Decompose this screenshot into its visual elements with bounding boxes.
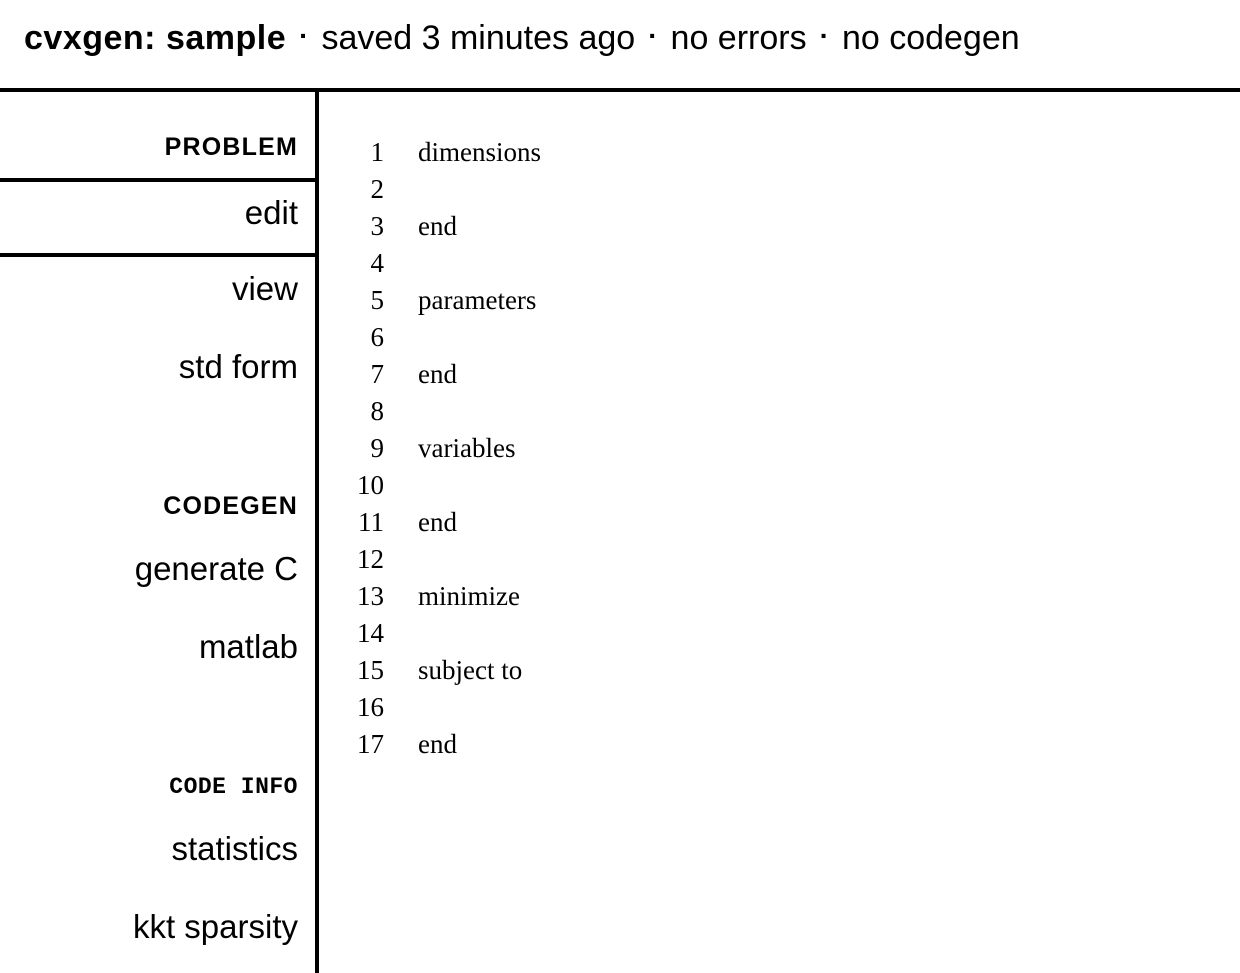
line-number: 15	[357, 655, 384, 685]
line-number: 1	[370, 137, 385, 167]
line-number: 9	[370, 433, 385, 463]
code-line[interactable]: 16	[319, 689, 1219, 726]
header-separator-2: ·	[648, 20, 658, 51]
sidebar-item-kkt-sparsity[interactable]: kkt sparsity	[133, 910, 298, 943]
code-line[interactable]: 13 minimize	[319, 578, 1219, 615]
status-saved: saved 3 minutes ago	[321, 19, 636, 57]
line-number: 13	[357, 581, 384, 611]
code-line[interactable]: 6	[319, 319, 1219, 356]
line-text[interactable]: parameters	[418, 282, 536, 319]
sidebar-item-std-form[interactable]: std form	[179, 350, 298, 383]
header-separator-1: ·	[299, 20, 309, 51]
sidebar-heading-problem: PROBLEM	[164, 133, 298, 161]
line-number: 14	[357, 618, 384, 648]
code-line[interactable]: 1 dimensions	[319, 134, 1219, 171]
code-line[interactable]: 8	[319, 393, 1219, 430]
code-line[interactable]: 3 end	[319, 208, 1219, 245]
line-text[interactable]: dimensions	[418, 134, 541, 171]
code-editor[interactable]: 1 dimensions 2 3 end 4 5 parameters 6 7 end 8 9 varia…	[319, 92, 1240, 973]
line-text[interactable]: end	[418, 726, 457, 763]
sidebar: PROBLEM edit view std form CODEGEN gener…	[0, 92, 315, 973]
code-line[interactable]: 11 end	[319, 504, 1219, 541]
line-number: 16	[357, 692, 384, 722]
code-line[interactable]: 14	[319, 615, 1219, 652]
sidebar-rule-below-edit	[0, 253, 315, 257]
sidebar-item-edit[interactable]: edit	[245, 196, 298, 229]
sidebar-rule-above-edit	[0, 178, 315, 182]
sidebar-item-view[interactable]: view	[232, 272, 298, 305]
line-number: 8	[370, 396, 385, 426]
line-text[interactable]: subject to	[418, 652, 522, 689]
line-number: 12	[357, 544, 384, 574]
sidebar-heading-codegen: CODEGEN	[163, 492, 298, 520]
line-text[interactable]: variables	[418, 430, 515, 467]
code-line[interactable]: 15 subject to	[319, 652, 1219, 689]
code-line[interactable]: 17 end	[319, 726, 1219, 763]
status-errors: no errors	[670, 19, 807, 57]
line-number: 11	[358, 507, 384, 537]
code-line[interactable]: 10	[319, 467, 1219, 504]
code-line[interactable]: 7 end	[319, 356, 1219, 393]
line-number: 17	[357, 729, 384, 759]
code-line[interactable]: 4	[319, 245, 1219, 282]
code-line[interactable]: 2	[319, 171, 1219, 208]
status-codegen: no codegen	[841, 19, 1020, 57]
sidebar-heading-code-info: CODE INFO	[169, 774, 298, 800]
code-line[interactable]: 5 parameters	[319, 282, 1219, 319]
line-text[interactable]: minimize	[418, 578, 520, 615]
sidebar-item-matlab[interactable]: matlab	[199, 630, 298, 663]
app-title: cvxgen: sample	[24, 19, 287, 57]
header-status-line: cvxgen: sample · saved 3 minutes ago · n…	[24, 16, 1224, 60]
line-number: 7	[370, 359, 385, 389]
line-text[interactable]: end	[418, 504, 457, 541]
line-number: 6	[370, 322, 385, 352]
header-separator-3: ·	[819, 20, 829, 51]
line-text[interactable]: end	[418, 208, 457, 245]
line-text[interactable]: end	[418, 356, 457, 393]
line-number: 2	[370, 174, 385, 204]
line-number: 4	[370, 248, 385, 278]
app-header: cvxgen: sample · saved 3 minutes ago · n…	[0, 0, 1240, 89]
code-line[interactable]: 12	[319, 541, 1219, 578]
sidebar-item-statistics[interactable]: statistics	[171, 832, 298, 865]
sidebar-item-generate-c[interactable]: generate C	[135, 552, 298, 585]
line-number: 5	[370, 285, 385, 315]
code-line[interactable]: 9 variables	[319, 430, 1219, 467]
line-number: 3	[370, 211, 385, 241]
line-number: 10	[357, 470, 384, 500]
